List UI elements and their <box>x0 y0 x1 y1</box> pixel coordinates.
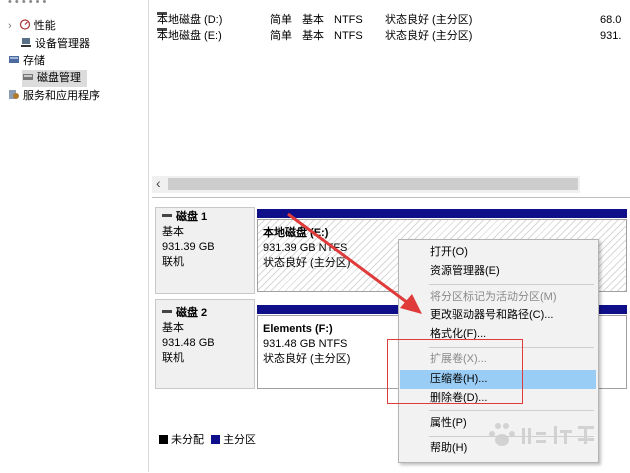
menu-separator <box>429 284 594 285</box>
volume-layout: 简单 <box>270 30 292 42</box>
disk-2-label[interactable]: 磁盘 2 基本 931.48 GB 联机 <box>155 299 255 389</box>
annotation-highlight-box <box>387 339 523 404</box>
tree-item-label: 服务和应用程序 <box>23 90 100 102</box>
scrollbar-thumb[interactable] <box>168 178 578 190</box>
tree-item-device-manager[interactable]: 设备管理器 <box>20 36 90 53</box>
volume-name: 本地磁盘 (E:) <box>157 30 222 42</box>
device-manager-icon <box>20 37 32 48</box>
volume-list: 本地磁盘 (D:) 简单 基本 NTFS 状态良好 (主分区) 68.0 本地磁… <box>152 0 630 196</box>
disk-icon <box>162 310 172 313</box>
disk-type: 基本 <box>162 226 184 238</box>
legend-unallocated: 未分配 <box>171 434 204 446</box>
tree-item-label: 磁盘管理 <box>37 72 81 84</box>
primary-swatch <box>211 435 221 444</box>
disk-name: 磁盘 2 <box>176 307 208 319</box>
scroll-left-icon[interactable]: ‹ <box>156 176 161 191</box>
tree-item-partial: • • • • • • <box>8 0 47 8</box>
chevron-right-icon[interactable]: › <box>8 20 12 32</box>
legend-primary: 主分区 <box>223 434 257 446</box>
volume-row[interactable]: 本地磁盘 (D:) 简单 基本 NTFS 状态良好 (主分区) 68.0 <box>152 12 630 28</box>
disk-size: 931.39 GB <box>162 241 215 253</box>
annotation-arrow-icon <box>287 212 422 314</box>
volume-capacity: 931. <box>600 30 622 42</box>
storage-icon <box>8 54 20 65</box>
disk-size: 931.48 GB <box>162 337 215 349</box>
volume-type: 基本 <box>302 30 324 42</box>
tree-item-disk-management[interactable]: 磁盘管理 <box>22 70 87 87</box>
navigation-tree: • • • • • • › 性能 设备管理器 存储 磁盘管理 服务和应用程序 <box>0 0 149 472</box>
volume-status: 状态良好 (主分区) <box>385 30 473 42</box>
volume-type: 基本 <box>302 14 324 26</box>
tree-item-storage[interactable]: 存储 <box>8 53 45 70</box>
disk-icon <box>162 214 172 217</box>
baidu-watermark-logo <box>489 423 594 446</box>
volume-row[interactable]: 本地磁盘 (E:) 简单 基本 NTFS 状态良好 (主分区) 931. <box>152 28 630 44</box>
legend: 未分配 主分区 <box>159 433 256 448</box>
volume-fs: NTFS <box>334 30 363 42</box>
performance-icon <box>19 19 31 30</box>
volume-capacity: 68.0 <box>600 14 622 26</box>
disk-type: 基本 <box>162 322 184 334</box>
services-icon <box>8 89 20 100</box>
volume-fs: NTFS <box>334 14 363 26</box>
disk-state: 联机 <box>162 256 184 268</box>
volume-name: 本地磁盘 (D:) <box>157 14 223 26</box>
menu-separator <box>429 410 594 411</box>
disk-1-label[interactable]: 磁盘 1 基本 931.39 GB 联机 <box>155 207 255 294</box>
volume-layout: 简单 <box>270 14 292 26</box>
tree-item-performance[interactable]: › 性能 <box>8 18 56 35</box>
disk-state: 联机 <box>162 352 184 364</box>
unallocated-swatch <box>159 435 168 444</box>
tree-item-label: 存储 <box>23 55 45 67</box>
disk-management-icon <box>22 71 34 82</box>
disk-name: 磁盘 1 <box>176 211 208 223</box>
tree-item-label: 设备管理器 <box>35 38 90 50</box>
volume-status: 状态良好 (主分区) <box>385 14 473 26</box>
tree-item-label: 性能 <box>33 20 56 32</box>
tree-item-services[interactable]: 服务和应用程序 <box>8 88 100 105</box>
